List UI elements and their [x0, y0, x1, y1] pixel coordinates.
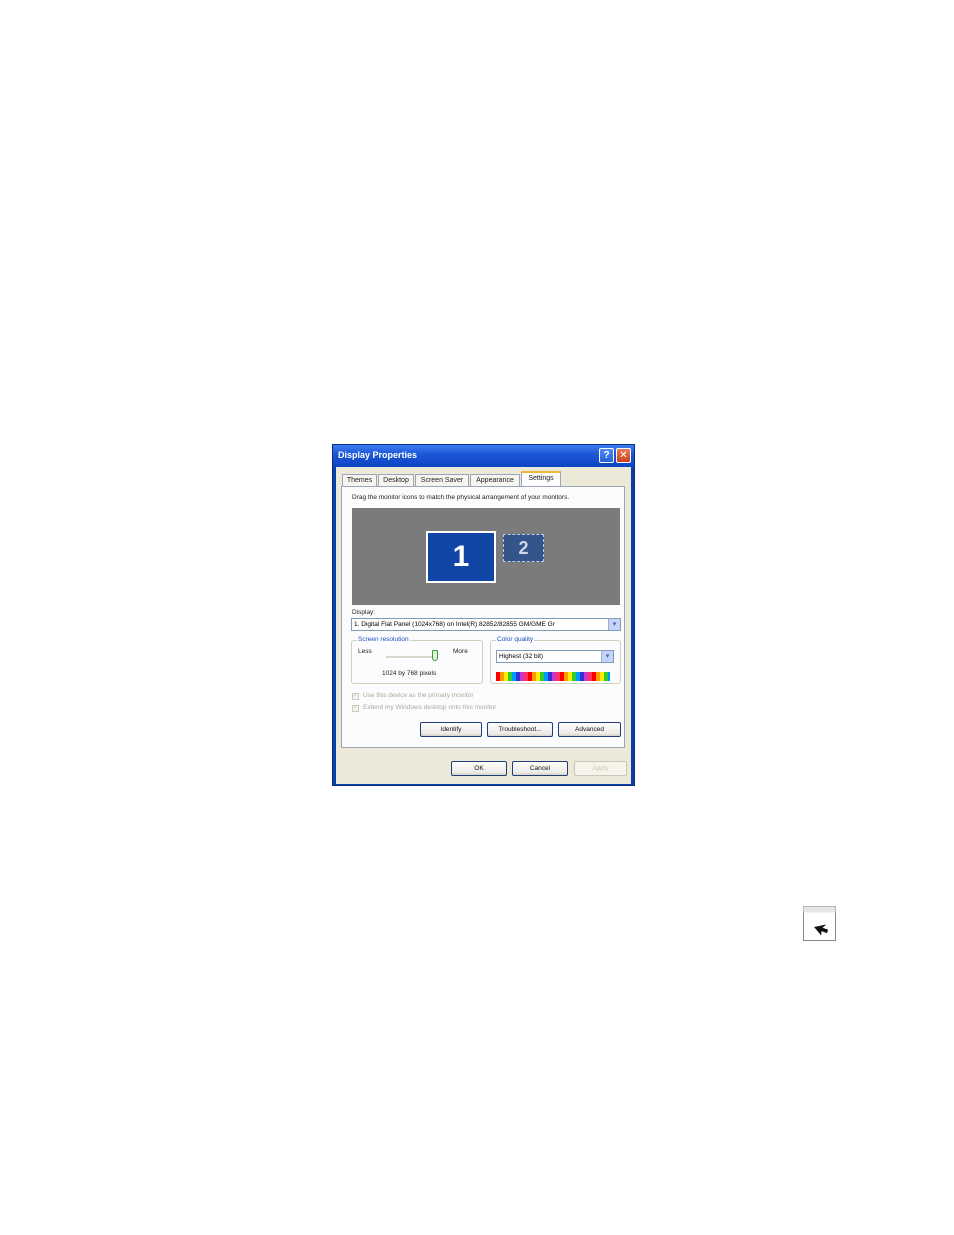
color-quality-group: Color quality Highest (32 bit) ▾: [490, 636, 621, 684]
display-select[interactable]: 1. Digital Flat Panel (1024x768) on Inte…: [351, 618, 621, 631]
extend-desktop-checkbox[interactable]: ✓: [352, 705, 359, 712]
display-properties-dialog: Display Properties ? ✕ Themes Desktop Sc…: [332, 444, 635, 786]
arrow-cursor-icon: [803, 906, 836, 941]
apply-button[interactable]: Apply: [574, 761, 627, 776]
settings-panel: Drag the monitor icons to match the phys…: [341, 486, 625, 748]
color-quality-value: Highest (32 bit): [499, 653, 544, 660]
resolution-slider-thumb[interactable]: [432, 650, 438, 661]
resolution-slider-track[interactable]: [386, 656, 438, 659]
help-button[interactable]: ?: [599, 448, 614, 463]
ok-button[interactable]: OK: [451, 761, 507, 776]
page: { "window": { "title": "Display Properti…: [0, 0, 954, 1235]
advanced-button[interactable]: Advanced: [558, 722, 621, 737]
window-title: Display Properties: [338, 450, 418, 460]
color-spectrum-bar: [496, 672, 610, 681]
color-quality-label: Color quality: [496, 636, 535, 643]
more-label: More: [453, 648, 468, 655]
instruction-text: Drag the monitor icons to match the phys…: [352, 494, 570, 501]
identify-button[interactable]: Identify: [420, 722, 482, 737]
monitor-arrangement-area: 1 2: [352, 508, 620, 605]
title-bar[interactable]: Display Properties ? ✕: [333, 445, 634, 467]
dialog-client-area: Themes Desktop Screen Saver Appearance S…: [336, 467, 631, 784]
display-label: Display:: [352, 609, 376, 616]
cancel-button[interactable]: Cancel: [512, 761, 568, 776]
chevron-down-icon[interactable]: ▾: [608, 619, 620, 630]
resolution-value: 1024 by 768 pixels: [382, 670, 437, 677]
troubleshoot-button[interactable]: Troubleshoot...: [487, 722, 553, 737]
screen-resolution-group: Screen resolution Less More 1024 by 768 …: [351, 636, 483, 684]
monitor-1-icon[interactable]: 1: [426, 531, 496, 583]
primary-monitor-checkbox[interactable]: ✓: [352, 693, 359, 700]
display-select-value: 1. Digital Flat Panel (1024x768) on Inte…: [354, 621, 555, 628]
chevron-down-icon[interactable]: ▾: [601, 651, 613, 662]
extend-desktop-label: Extend my Windows desktop onto this moni…: [363, 704, 497, 711]
less-label: Less: [358, 648, 372, 655]
screen-resolution-label: Screen resolution: [357, 636, 410, 643]
close-button[interactable]: ✕: [616, 448, 631, 463]
color-quality-select[interactable]: Highest (32 bit) ▾: [496, 650, 614, 663]
monitor-2-icon[interactable]: 2: [503, 534, 544, 562]
primary-monitor-label: Use this device as the primary monitor: [363, 692, 474, 699]
